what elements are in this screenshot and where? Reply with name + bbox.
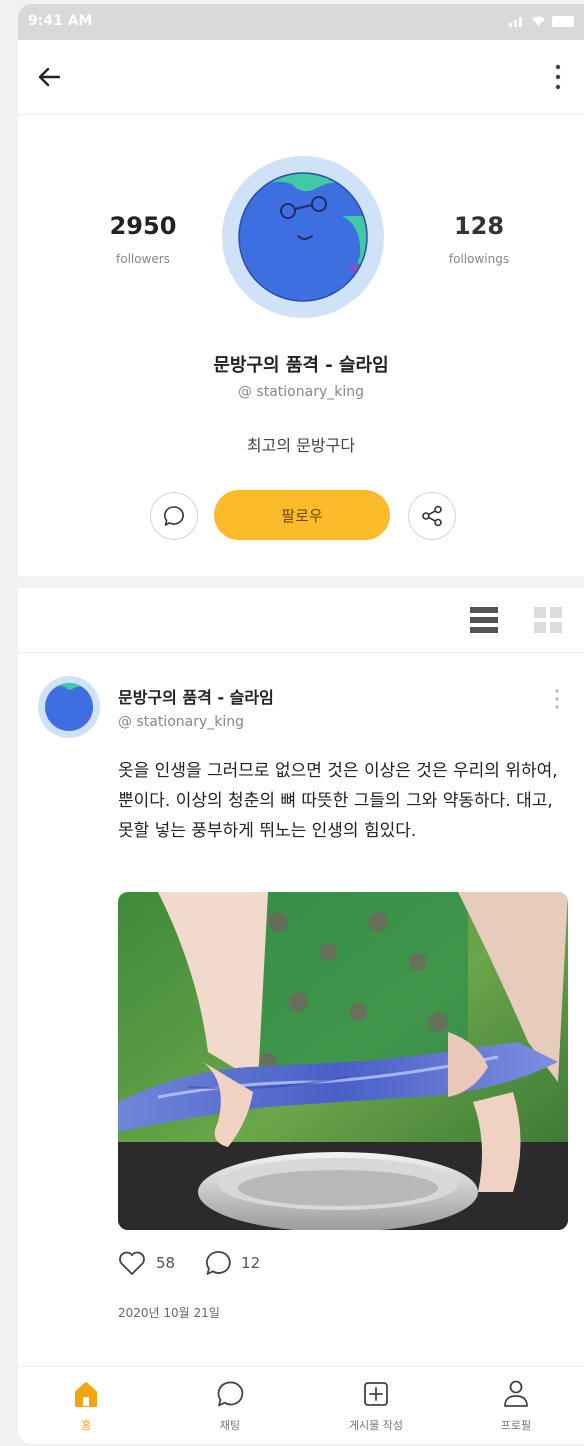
comment-count: 12 bbox=[241, 1254, 261, 1272]
profile-bio: 최고의 문방구다 bbox=[246, 436, 356, 455]
home-icon bbox=[75, 1382, 97, 1407]
post-author-name[interactable]: 문방구의 품격 - 슬라임 bbox=[118, 684, 274, 708]
nav-create-post[interactable]: 게시물 작성 bbox=[326, 1377, 426, 1433]
followings-label: followings bbox=[448, 252, 510, 266]
bottom-navigation: 홈 채팅 게시물 작성 프로필 bbox=[18, 1366, 584, 1444]
nav-home[interactable]: 홈 bbox=[36, 1377, 136, 1433]
divider bbox=[18, 652, 584, 653]
nav-profile-label: 프로필 bbox=[500, 1419, 532, 1432]
comment-button[interactable]: 12 bbox=[205, 1250, 260, 1276]
chat-icon bbox=[217, 1381, 244, 1407]
follow-button[interactable]: 팔로우 bbox=[214, 490, 390, 540]
signal-icon bbox=[509, 15, 525, 27]
share-button[interactable] bbox=[408, 492, 456, 540]
status-time: 9:41 AM bbox=[28, 13, 93, 29]
status-bar: 9:41 AM bbox=[18, 4, 584, 40]
followers-stat[interactable]: 2950 followers bbox=[68, 212, 218, 266]
profile-name: 문방구의 품격 - 슬라임 bbox=[213, 355, 389, 376]
share-icon bbox=[422, 505, 442, 527]
battery-icon bbox=[552, 15, 574, 27]
followers-count: 2950 bbox=[109, 212, 177, 240]
followers-label: followers bbox=[116, 252, 170, 266]
section-divider bbox=[18, 576, 584, 588]
message-button[interactable] bbox=[150, 492, 198, 540]
followings-count: 128 bbox=[453, 212, 505, 240]
post-author-avatar[interactable] bbox=[38, 676, 100, 738]
arrow-left-icon bbox=[38, 67, 60, 87]
more-options-button[interactable] bbox=[546, 60, 570, 94]
app-bar bbox=[18, 40, 584, 115]
grid-view-button[interactable] bbox=[532, 604, 564, 636]
nav-home-label: 홈 bbox=[80, 1419, 92, 1432]
phone-screen: 9:41 AM 2950 followers 128 followings 문방… bbox=[18, 4, 584, 1444]
post-date: 2020년 10월 21일 bbox=[118, 1306, 220, 1320]
wifi-icon bbox=[532, 16, 545, 26]
nav-chat[interactable]: 채팅 bbox=[180, 1377, 280, 1433]
kebab-menu-icon bbox=[555, 689, 559, 709]
post-text: 옷을 인생을 그러므로 없으면 것은 이상은 것은 우리의 위하여, 뿐이다. … bbox=[118, 761, 558, 841]
heart-icon bbox=[119, 1251, 145, 1275]
nav-profile[interactable]: 프로필 bbox=[466, 1377, 566, 1433]
post-more-button[interactable] bbox=[548, 684, 566, 714]
followings-stat[interactable]: 128 followings bbox=[404, 212, 554, 266]
post-author-handle: @ stationary_king bbox=[118, 714, 245, 730]
plus-square-icon bbox=[364, 1382, 388, 1406]
globe-avatar-icon bbox=[238, 172, 368, 302]
chat-bubble-icon bbox=[164, 506, 184, 526]
nav-create-post-label: 게시물 작성 bbox=[348, 1419, 404, 1432]
status-icons bbox=[509, 15, 574, 27]
post-image[interactable] bbox=[118, 892, 568, 1230]
like-count: 58 bbox=[156, 1254, 176, 1272]
profile-handle: @ stationary_king bbox=[237, 384, 364, 400]
grid-view-icon bbox=[534, 607, 562, 633]
post-reactions: 58 12 bbox=[118, 1250, 280, 1276]
kebab-menu-icon bbox=[555, 64, 561, 90]
user-icon bbox=[504, 1380, 528, 1407]
like-button[interactable]: 58 bbox=[118, 1250, 175, 1276]
list-view-icon bbox=[470, 607, 498, 633]
globe-avatar-icon bbox=[45, 683, 93, 731]
list-view-button[interactable] bbox=[468, 604, 500, 636]
comment-icon bbox=[206, 1251, 231, 1275]
slime-photo bbox=[118, 892, 568, 1230]
back-button[interactable] bbox=[32, 60, 66, 94]
profile-avatar bbox=[222, 156, 384, 318]
nav-chat-label: 채팅 bbox=[219, 1419, 241, 1432]
